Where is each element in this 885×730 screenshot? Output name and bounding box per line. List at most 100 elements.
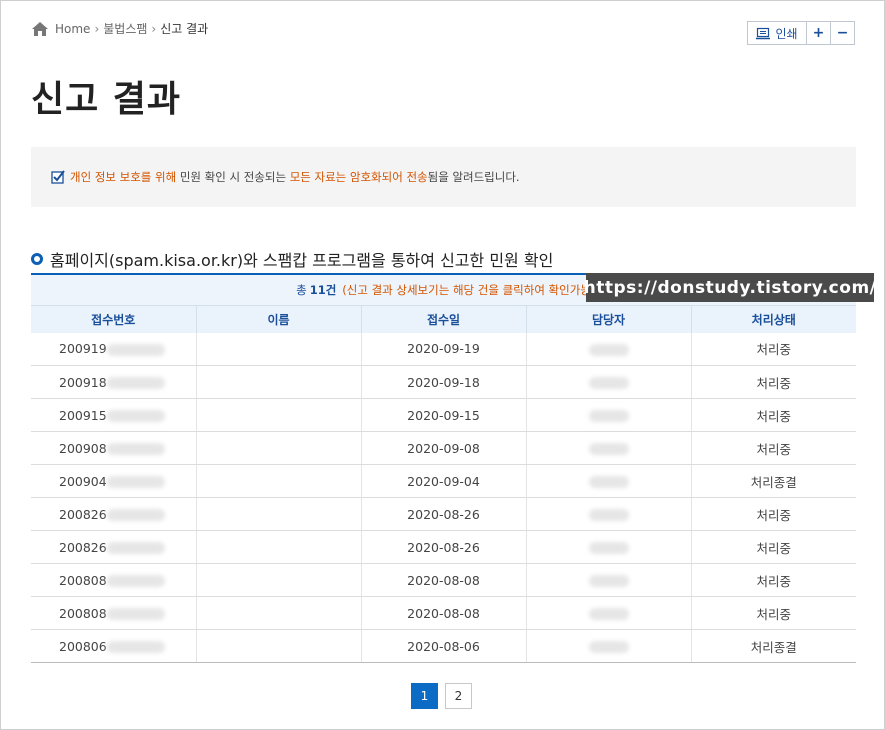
redacted-block <box>588 641 629 653</box>
notice-highlight-2: 모든 자료는 암호화되어 전송 <box>289 170 428 184</box>
cell-id-text: 200806 <box>59 638 107 654</box>
notice-text-1: 민원 확인 시 전송되는 <box>176 170 290 184</box>
cell-id-text: 200904 <box>59 473 107 489</box>
cell-id-text: 200915 <box>59 407 107 423</box>
cell-date: 2020-08-26 <box>360 530 526 564</box>
page-button-1[interactable]: 1 <box>411 683 438 709</box>
table-row[interactable]: 200808 2020-08-08 처리중 <box>31 596 856 630</box>
cell-status: 처리중 <box>690 596 856 630</box>
breadcrumb-level1[interactable]: 불법스팸 <box>103 20 147 37</box>
column-header-name: 이름 <box>195 305 361 333</box>
table-row[interactable]: 200918 2020-09-18 처리중 <box>31 365 856 399</box>
cell-manager <box>525 398 691 432</box>
redacted-block <box>106 343 165 356</box>
table-row[interactable]: 200919 2020-09-19 처리중 <box>31 332 856 366</box>
cell-name <box>195 464 361 498</box>
cell-manager <box>525 497 691 531</box>
breadcrumb-home[interactable]: Home <box>55 22 90 36</box>
column-header-status: 처리상태 <box>690 305 856 333</box>
redacted-block <box>106 377 165 389</box>
redacted-block <box>106 608 165 620</box>
checkbox-checked-icon <box>51 170 65 184</box>
cell-name <box>195 365 361 399</box>
redacted-block <box>106 542 165 554</box>
cell-id: 200826 <box>31 530 196 564</box>
cell-name <box>195 530 361 564</box>
cell-id-text: 200908 <box>59 440 107 456</box>
printer-icon <box>756 27 771 39</box>
cell-name <box>195 563 361 597</box>
breadcrumb-separator-icon: › <box>94 21 100 36</box>
cell-manager <box>525 596 691 630</box>
cell-date: 2020-08-08 <box>360 596 526 630</box>
cell-date: 2020-09-18 <box>360 365 526 399</box>
toolbar: 인쇄 + − <box>747 21 855 45</box>
cell-id-text: 200918 <box>59 374 107 390</box>
redacted-block <box>106 410 165 422</box>
cell-manager <box>525 365 691 399</box>
pagination: 1 2 <box>411 683 479 709</box>
table-row[interactable]: 200915 2020-09-15 처리중 <box>31 398 856 432</box>
bullet-ring-icon <box>31 253 43 265</box>
redacted-block <box>106 509 165 521</box>
redacted-block <box>588 410 629 422</box>
report-table-wrap: 총 11건 (신고 결과 상세보기는 해당 건을 클릭하여 확인가능 접수번호 … <box>31 273 856 663</box>
redacted-block <box>588 608 629 620</box>
zoom-out-button[interactable]: − <box>830 21 855 45</box>
privacy-notice: 개인 정보 보호를 위해 민원 확인 시 전송되는 모든 자료는 암호화되어 전… <box>31 147 856 207</box>
notice-highlight-1: 개인 정보 보호를 위해 <box>70 170 177 184</box>
table-row[interactable]: 200826 2020-08-26 처리중 <box>31 530 856 564</box>
table-row[interactable]: 200826 2020-08-26 처리중 <box>31 497 856 531</box>
cell-name <box>195 332 361 366</box>
cell-name <box>195 431 361 465</box>
redacted-block <box>588 575 629 587</box>
cell-name <box>195 629 361 663</box>
page-title: 신고 결과 <box>31 79 182 120</box>
cell-date: 2020-09-04 <box>360 464 526 498</box>
breadcrumb: Home › 불법스팸 › 신고 결과 <box>31 20 208 37</box>
print-label: 인쇄 <box>775 26 798 41</box>
cell-id: 200904 <box>31 464 196 498</box>
section-title-text: 홈페이지(spam.kisa.or.kr)와 스팸캅 프로그램을 통하여 신고한… <box>50 251 554 270</box>
print-button[interactable]: 인쇄 <box>747 21 807 45</box>
table-row[interactable]: 200808 2020-08-08 처리중 <box>31 563 856 597</box>
redacted-block <box>588 509 629 521</box>
cell-status: 처리중 <box>690 563 856 597</box>
summary-count: 11건 <box>309 283 337 297</box>
report-table: 접수번호 이름 접수일 담당자 처리상태 200919 2020-09-19 처리중… <box>31 305 856 663</box>
redacted-block <box>106 575 165 587</box>
cell-manager <box>525 431 691 465</box>
table-row[interactable]: 200908 2020-09-08 처리중 <box>31 431 856 465</box>
redacted-block <box>106 476 165 488</box>
cell-manager <box>525 629 691 663</box>
cell-id-text: 200919 <box>59 341 107 357</box>
redacted-block <box>106 443 165 455</box>
cell-id-text: 200826 <box>59 539 107 555</box>
notice-text-2: 됨을 알려드립니다. <box>427 170 520 184</box>
cell-id-text: 200808 <box>59 572 107 588</box>
table-row[interactable]: 200904 2020-09-04 처리종결 <box>31 464 856 498</box>
breadcrumb-separator-icon: › <box>151 21 157 36</box>
cell-id: 200908 <box>31 431 196 465</box>
redacted-block <box>588 476 629 488</box>
redacted-block <box>588 542 629 554</box>
table-row[interactable]: 200806 2020-08-06 처리종결 <box>31 629 856 663</box>
cell-id: 200826 <box>31 497 196 531</box>
home-icon[interactable] <box>31 21 49 37</box>
cell-name <box>195 596 361 630</box>
cell-status: 처리중 <box>690 431 856 465</box>
cell-id: 200808 <box>31 563 196 597</box>
zoom-in-button[interactable]: + <box>806 21 831 45</box>
cell-id: 200915 <box>31 398 196 432</box>
column-header-date: 접수일 <box>360 305 526 333</box>
page-button-2[interactable]: 2 <box>445 683 472 709</box>
redacted-block <box>106 641 165 653</box>
cell-status: 처리중 <box>690 497 856 531</box>
table-header-row: 접수번호 이름 접수일 담당자 처리상태 <box>31 305 856 333</box>
cell-id: 200808 <box>31 596 196 630</box>
cell-id: 200918 <box>31 365 196 399</box>
cell-manager <box>525 332 691 366</box>
cell-status: 처리중 <box>690 398 856 432</box>
cell-date: 2020-08-08 <box>360 563 526 597</box>
cell-date: 2020-09-19 <box>360 332 526 366</box>
